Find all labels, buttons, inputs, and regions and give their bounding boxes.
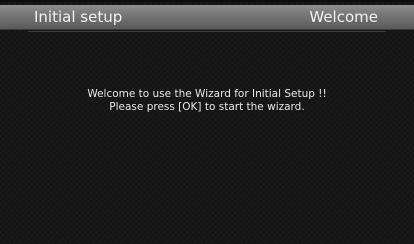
welcome-message: Welcome to use the Wizard for Initial Se… [0, 88, 414, 114]
header-bar: Initial setup Welcome [0, 5, 414, 30]
page-title: Initial setup [34, 8, 123, 26]
setup-screen: Initial setup Welcome Welcome to use the… [0, 0, 414, 244]
welcome-message-line-2: Please press [OK] to start the wizard. [109, 101, 305, 113]
divider [28, 31, 386, 32]
section-label: Welcome [309, 8, 378, 26]
welcome-message-line-1: Welcome to use the Wizard for Initial Se… [87, 88, 327, 100]
